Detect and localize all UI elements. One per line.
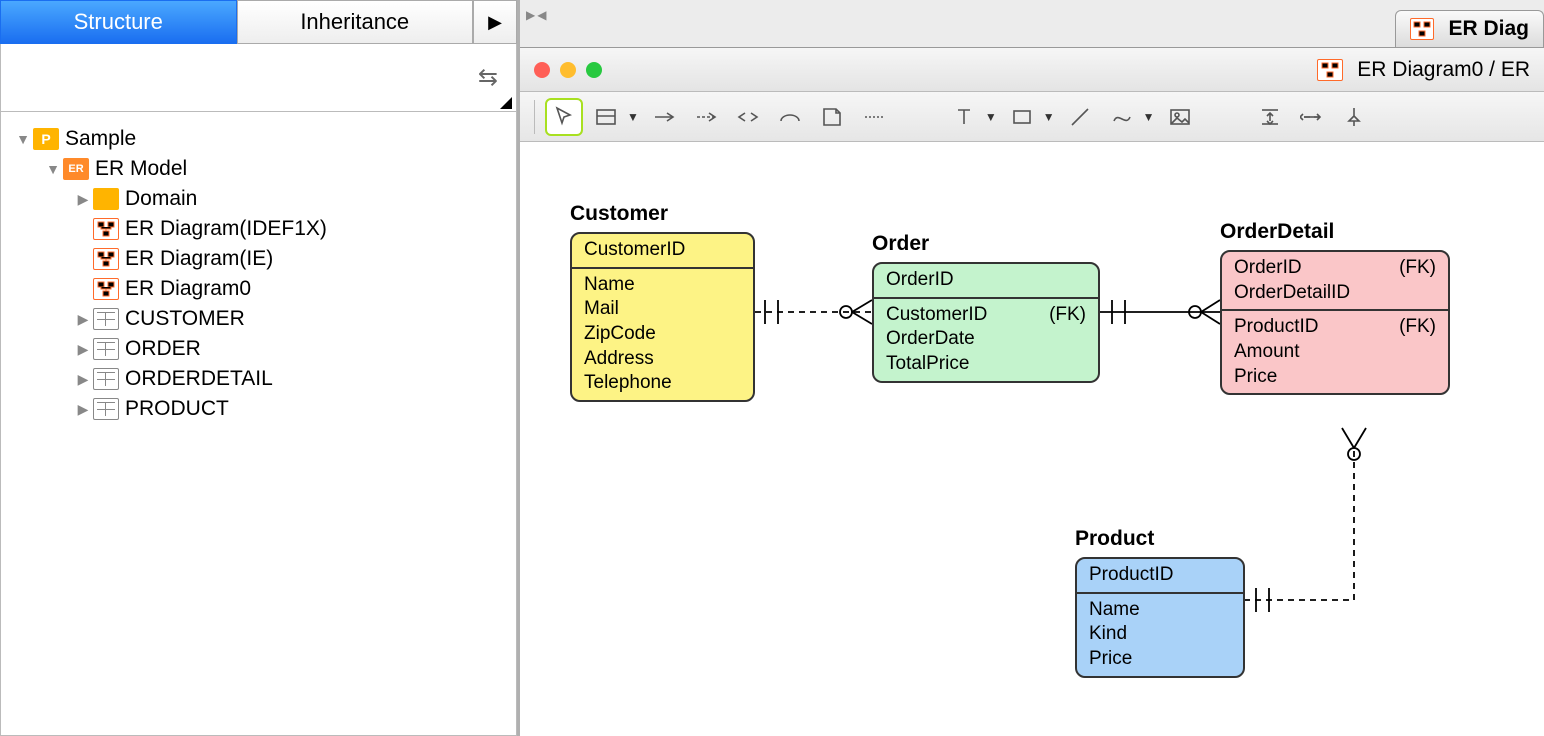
tab-dropdown[interactable]: ▶: [473, 0, 517, 44]
entity-title-product: Product: [1075, 527, 1154, 551]
doc-tab-label: ER Diag: [1448, 17, 1529, 41]
diagram-icon: [93, 218, 119, 240]
editor-area: ▶◀ ER Diag ER Diagram0 / ER ▼: [520, 0, 1544, 736]
structure-tree: ▼ P Sample ▼ ER ER Model ▶ Domain ER Dia…: [0, 112, 517, 736]
toggle-icon[interactable]: ▶: [73, 401, 93, 418]
panel-header: ⇆: [0, 44, 517, 112]
text-tool[interactable]: [947, 100, 981, 134]
tree-diagram0[interactable]: ER Diagram0: [9, 274, 508, 304]
select-tool[interactable]: [547, 100, 581, 134]
tree-domain[interactable]: ▶ Domain: [9, 184, 508, 214]
diagram-icon: [1317, 59, 1343, 81]
identifying-relation-tool[interactable]: [647, 100, 681, 134]
tree-label: ER Diagram(IDEF1X): [125, 217, 327, 241]
expand-icon[interactable]: ▶◀: [526, 8, 546, 22]
tree-label: ORDER: [125, 337, 201, 361]
rectangle-tool[interactable]: [1005, 100, 1039, 134]
many-many-tool[interactable]: [731, 100, 765, 134]
toggle-icon[interactable]: ▶: [73, 371, 93, 388]
table-icon: [93, 338, 119, 360]
pin-tool[interactable]: [1337, 100, 1371, 134]
toggle-icon[interactable]: ▼: [13, 131, 33, 147]
tree-table-customer[interactable]: ▶ CUSTOMER: [9, 304, 508, 334]
subtype-tool[interactable]: [773, 100, 807, 134]
entity-order[interactable]: OrderID CustomerID(FK) OrderDate TotalPr…: [872, 262, 1100, 383]
diagram-icon: [1410, 18, 1434, 40]
toggle-icon[interactable]: ▶: [73, 311, 93, 328]
dotted-tool[interactable]: [857, 100, 891, 134]
note-tool[interactable]: [815, 100, 849, 134]
tab-structure[interactable]: Structure: [0, 0, 237, 44]
entity-tool-dropdown[interactable]: ▼: [627, 110, 639, 124]
diagram-toolbar: ▼ ▼ ▼ ▼: [520, 92, 1544, 142]
line-tool[interactable]: [1063, 100, 1097, 134]
tree-label: ORDERDETAIL: [125, 367, 273, 391]
toggle-icon[interactable]: ▶: [73, 341, 93, 358]
tree-label: ER Diagram0: [125, 277, 251, 301]
er-model-icon: ER: [63, 158, 89, 180]
diagram-canvas[interactable]: Customer CustomerID Name Mail ZipCode Ad…: [520, 142, 1544, 736]
toggle-icon[interactable]: ▶: [73, 191, 93, 208]
entity-title-orderdetail: OrderDetail: [1220, 220, 1334, 244]
tree-label: PRODUCT: [125, 397, 229, 421]
entity-orderdetail[interactable]: OrderID(FK) OrderDetailID ProductID(FK) …: [1220, 250, 1450, 395]
tree-root[interactable]: ▼ P Sample: [9, 124, 508, 154]
align-vertical-tool[interactable]: [1253, 100, 1287, 134]
freehand-tool-dropdown[interactable]: ▼: [1143, 110, 1155, 124]
tab-inheritance[interactable]: Inheritance: [237, 0, 474, 44]
tree-table-product[interactable]: ▶ PRODUCT: [9, 394, 508, 424]
entity-tool[interactable]: [589, 100, 623, 134]
tree-diagram-ie[interactable]: ER Diagram(IE): [9, 244, 508, 274]
minimize-window-icon[interactable]: [560, 62, 576, 78]
sidebar: Structure Inheritance ▶ ⇆ ▼ P Sample ▼ E…: [0, 0, 520, 736]
close-window-icon[interactable]: [534, 62, 550, 78]
tree-table-order[interactable]: ▶ ORDER: [9, 334, 508, 364]
table-icon: [93, 368, 119, 390]
tree-label: Sample: [65, 127, 136, 151]
table-icon: [93, 308, 119, 330]
nonidentifying-relation-tool[interactable]: [689, 100, 723, 134]
tree-label: ER Diagram(IE): [125, 247, 273, 271]
window-title-text: ER Diagram0 / ER: [1357, 58, 1530, 82]
project-icon: P: [33, 128, 59, 150]
entity-title-order: Order: [872, 232, 929, 256]
tree-diagram-idef1x[interactable]: ER Diagram(IDEF1X): [9, 214, 508, 244]
align-horizontal-tool[interactable]: [1295, 100, 1329, 134]
diagram-icon: [93, 248, 119, 270]
document-tabbar: ▶◀ ER Diag: [520, 0, 1544, 48]
entity-customer[interactable]: CustomerID Name Mail ZipCode Address Tel…: [570, 232, 755, 402]
diagram-icon: [93, 278, 119, 300]
tree-label: ER Model: [95, 157, 187, 181]
entity-title-customer: Customer: [570, 202, 668, 226]
tree-label: Domain: [125, 187, 197, 211]
collapse-corner-icon[interactable]: [500, 97, 512, 109]
toggle-icon[interactable]: ▼: [43, 161, 63, 177]
swap-icon[interactable]: ⇆: [478, 63, 498, 92]
rectangle-tool-dropdown[interactable]: ▼: [1043, 110, 1055, 124]
text-tool-dropdown[interactable]: ▼: [985, 110, 997, 124]
folder-icon: [93, 188, 119, 210]
entity-product[interactable]: ProductID Name Kind Price: [1075, 557, 1245, 678]
tree-er-model[interactable]: ▼ ER ER Model: [9, 154, 508, 184]
image-tool[interactable]: [1163, 100, 1197, 134]
tree-table-orderdetail[interactable]: ▶ ORDERDETAIL: [9, 364, 508, 394]
maximize-window-icon[interactable]: [586, 62, 602, 78]
window-titlebar: ER Diagram0 / ER: [520, 48, 1544, 92]
table-icon: [93, 398, 119, 420]
doc-tab-er-diagram[interactable]: ER Diag: [1395, 10, 1544, 47]
freehand-tool[interactable]: [1105, 100, 1139, 134]
tree-label: CUSTOMER: [125, 307, 245, 331]
